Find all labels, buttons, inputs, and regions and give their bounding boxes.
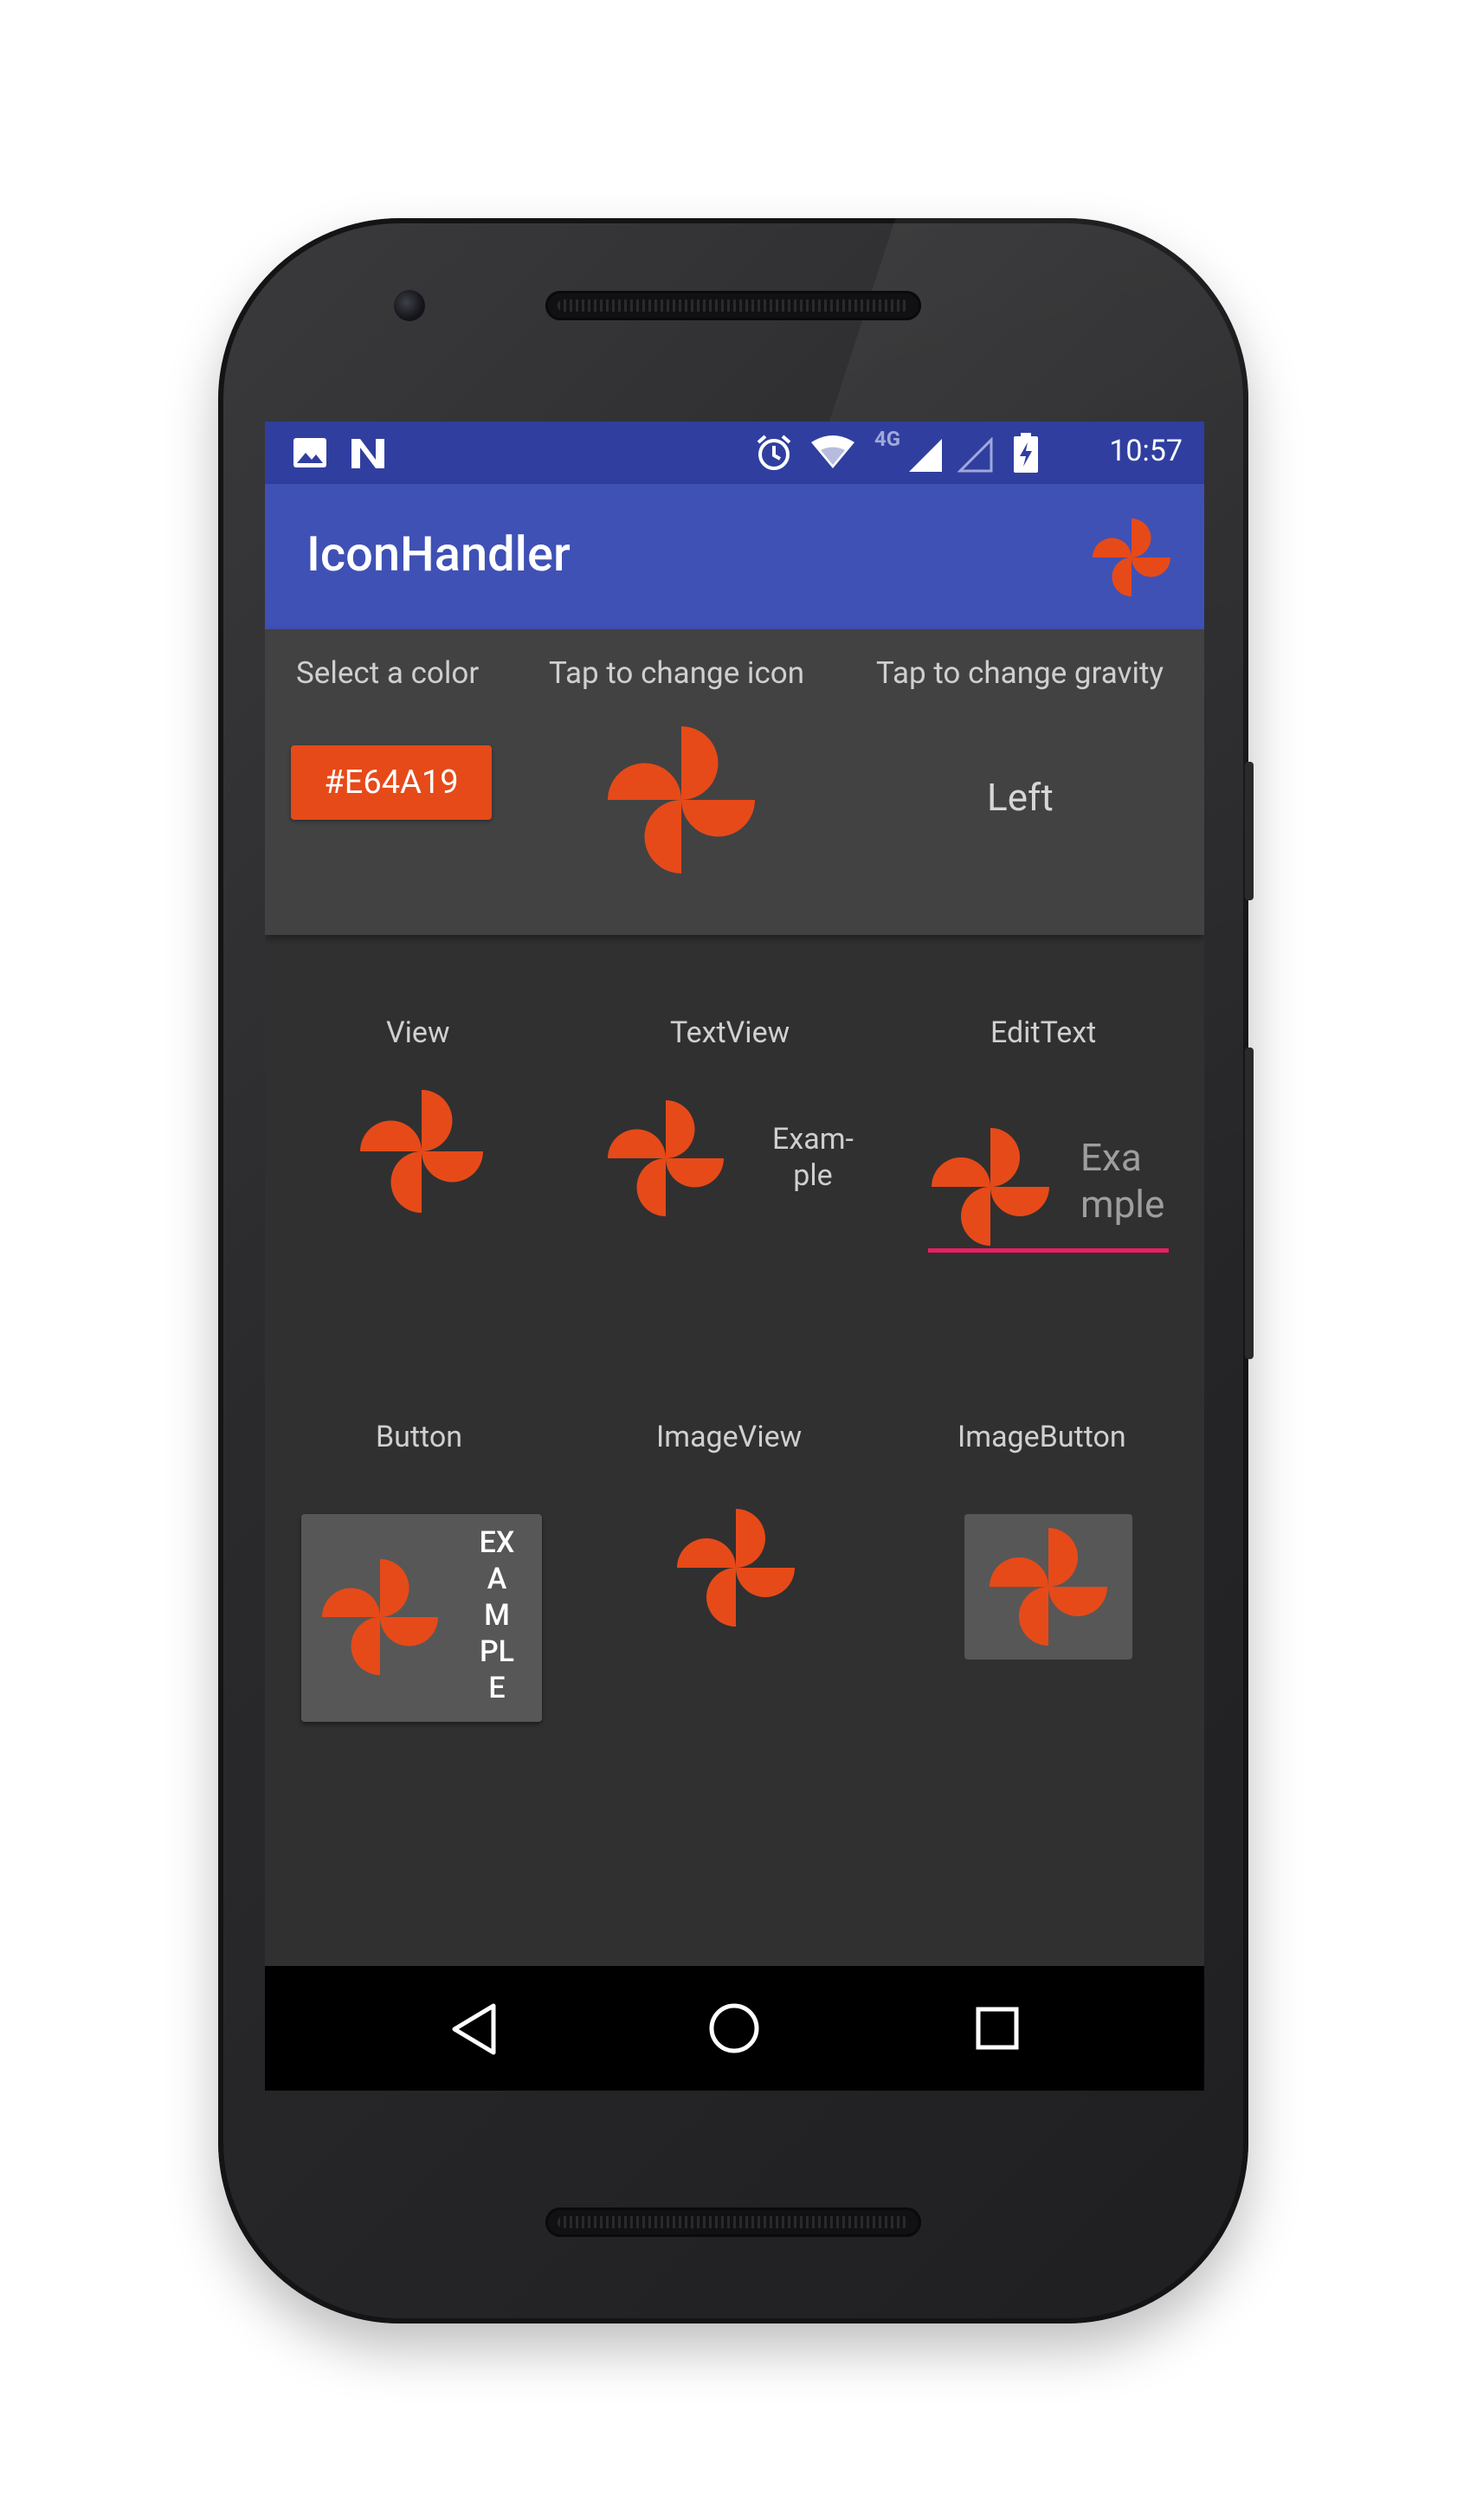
textview-text-line: ple — [793, 1158, 833, 1193]
edittext-label: EditText — [990, 1015, 1097, 1050]
wifi-icon — [811, 435, 854, 468]
example-button[interactable]: EX A M PL E — [301, 1514, 542, 1722]
recents-square-icon[interactable] — [975, 2006, 1020, 2051]
power-button — [1245, 762, 1254, 900]
textview-text: Exam- ple — [765, 1121, 861, 1194]
status-bar: 4G 10:57 — [265, 422, 1204, 484]
button-text-line: E — [488, 1671, 506, 1705]
icon-selector-pinwheel-icon[interactable] — [608, 726, 755, 873]
signal-icon — [909, 439, 942, 472]
change-gravity-label: Tap to change gravity — [876, 655, 1164, 691]
app-title: IconHandler — [306, 525, 571, 583]
button-text-line: A — [487, 1562, 507, 1596]
screen: 4G 10:57 IconHandler Select a color Tap … — [265, 422, 1204, 2091]
imageview-label: ImageView — [656, 1420, 803, 1454]
button-pinwheel-icon — [322, 1559, 438, 1675]
controls-card: Select a color Tap to change icon Tap to… — [265, 629, 1204, 935]
imagebutton-label: ImageButton — [957, 1420, 1126, 1454]
imagebutton-pinwheel-icon — [990, 1528, 1107, 1646]
alarm-icon — [757, 435, 791, 470]
status-time: 10:57 — [1109, 434, 1183, 468]
change-icon-label: Tap to change icon — [549, 655, 805, 691]
textview-text-line: Exam- — [772, 1122, 854, 1157]
back-triangle-icon[interactable] — [450, 2002, 497, 2056]
edittext-underline — [928, 1248, 1169, 1253]
imageview-pinwheel-icon — [677, 1509, 795, 1627]
edittext-text-line: Exa — [1080, 1135, 1142, 1180]
front-camera — [394, 290, 425, 321]
image-button[interactable] — [964, 1514, 1132, 1660]
bottom-speaker-grille — [545, 2207, 921, 2237]
textview-label: TextView — [670, 1015, 790, 1050]
button-text-line: EX — [479, 1525, 515, 1560]
volume-rocker — [1245, 1047, 1254, 1359]
pinwheel-icon[interactable] — [1093, 519, 1170, 596]
select-color-label: Select a color — [296, 655, 480, 691]
gravity-selector[interactable]: Left — [987, 775, 1054, 820]
view-label: View — [386, 1015, 450, 1050]
button-text: EX A M PL E — [471, 1524, 523, 1706]
navigation-bar — [265, 1966, 1204, 2091]
home-circle-icon[interactable] — [708, 2002, 760, 2054]
button-label: Button — [376, 1420, 463, 1454]
image-icon — [293, 438, 326, 467]
textview-pinwheel-icon — [608, 1100, 724, 1216]
edittext-text-line: mple — [1080, 1182, 1165, 1227]
signal-empty-icon — [957, 437, 993, 473]
network-type-label: 4G — [874, 427, 901, 451]
button-text-line: PL — [479, 1634, 515, 1669]
view-pinwheel-icon — [360, 1090, 483, 1213]
color-picker-button[interactable]: #E64A19 — [291, 745, 492, 820]
edittext-field[interactable]: Exa mple — [1080, 1134, 1164, 1228]
n-logo-icon — [351, 439, 384, 468]
edittext-pinwheel-icon[interactable] — [932, 1128, 1049, 1246]
battery-charging-icon — [1014, 433, 1038, 473]
app-bar: IconHandler — [265, 484, 1204, 629]
button-text-line: M — [484, 1598, 510, 1633]
top-speaker-grille — [545, 291, 921, 320]
